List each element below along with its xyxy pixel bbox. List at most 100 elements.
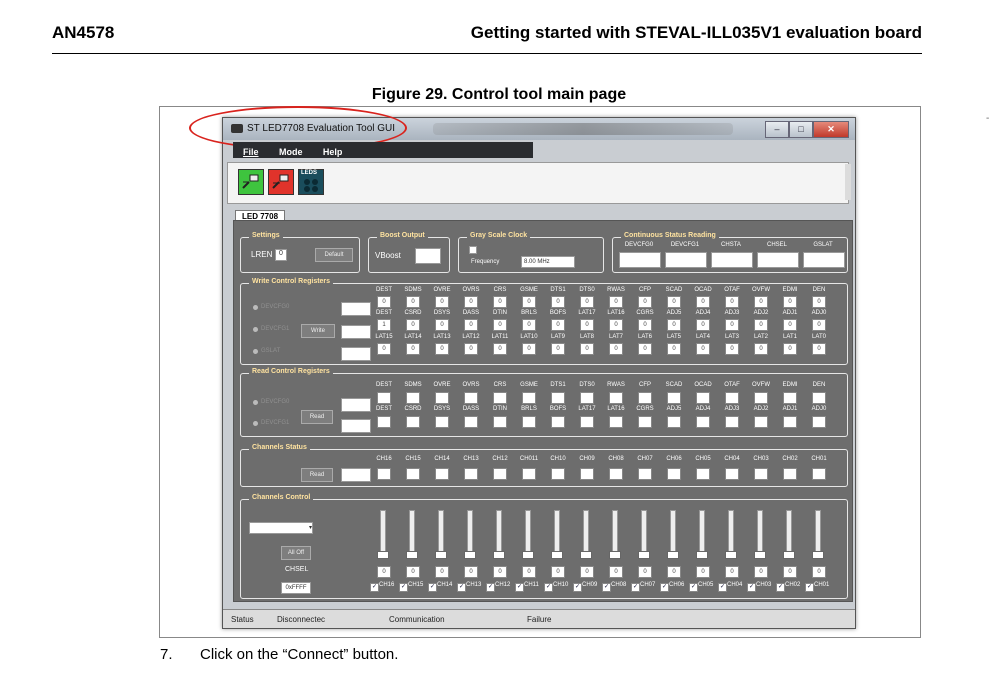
write-row1-cell[interactable]: 0 [377,296,391,308]
channel-check[interactable]: ✓ [486,583,495,592]
read-row2-cell[interactable] [812,416,826,428]
read-row2-cell[interactable] [580,416,594,428]
write-row2-cell[interactable]: 0 [696,319,710,331]
read-row1-cell[interactable] [754,392,768,404]
default-button[interactable]: Default [315,248,353,262]
channel-slider[interactable] [754,510,766,559]
read-row2-cell[interactable] [377,416,391,428]
channel-check[interactable]: ✓ [573,583,582,592]
vboost-value[interactable] [415,248,441,264]
write-row1-cell[interactable]: 0 [667,296,681,308]
write-row2-cell[interactable]: 0 [754,319,768,331]
write-row2-cell[interactable]: 0 [812,319,826,331]
write-row2-cell[interactable]: 0 [464,319,478,331]
channel-status-cell[interactable] [725,468,739,480]
grayscale-checkbox[interactable] [469,246,477,254]
channel-status-cell[interactable] [522,468,536,480]
menu-file[interactable]: File [243,144,259,160]
slider-thumb[interactable] [464,551,476,559]
write-row3-cell[interactable]: 0 [580,343,594,355]
slider-thumb[interactable] [435,551,447,559]
channel-check[interactable]: ✓ [747,583,756,592]
write-row2-cell[interactable]: 0 [638,319,652,331]
read-hex-2[interactable] [341,419,371,433]
channels-read-button[interactable]: Read [301,468,333,482]
channel-slider[interactable] [783,510,795,559]
write-row3-cell[interactable]: 0 [638,343,652,355]
slider-thumb[interactable] [522,551,534,559]
menu-help[interactable]: Help [323,144,343,160]
slider-thumb[interactable] [406,551,418,559]
slider-value[interactable]: 0 [609,566,623,578]
write-row2-cell[interactable]: 0 [580,319,594,331]
channel-check[interactable]: ✓ [805,583,814,592]
connect-button[interactable] [238,169,264,195]
slider-value[interactable]: 0 [406,566,420,578]
slider-value[interactable]: 0 [638,566,652,578]
disconnect-button[interactable] [268,169,294,195]
write-row3-cell[interactable]: 0 [551,343,565,355]
channel-status-cell[interactable] [493,468,507,480]
write-hex-2[interactable] [341,325,371,339]
write-radio-gslat[interactable] [253,349,258,354]
read-row2-cell[interactable] [609,416,623,428]
channel-status-cell[interactable] [435,468,449,480]
write-row1-cell[interactable]: 0 [435,296,449,308]
slider-thumb[interactable] [638,551,650,559]
channel-slider[interactable] [435,510,447,559]
read-row2-cell[interactable] [464,416,478,428]
lren-value[interactable]: 0 [275,249,287,261]
slider-value[interactable]: 0 [493,566,507,578]
write-row2-cell[interactable]: 0 [667,319,681,331]
write-row3-cell[interactable]: 0 [725,343,739,355]
write-row3-cell[interactable]: 0 [696,343,710,355]
read-row1-cell[interactable] [667,392,681,404]
read-row1-cell[interactable] [609,392,623,404]
write-row2-cell[interactable]: 0 [493,319,507,331]
write-row3-cell[interactable]: 0 [522,343,536,355]
slider-value[interactable]: 0 [580,566,594,578]
write-row1-cell[interactable]: 0 [609,296,623,308]
write-radio-devcfg1[interactable] [253,327,258,332]
slider-value[interactable]: 0 [464,566,478,578]
menu-mode[interactable]: Mode [279,144,303,160]
write-row3-cell[interactable]: 0 [754,343,768,355]
channel-status-cell[interactable] [638,468,652,480]
read-row1-cell[interactable] [783,392,797,404]
slider-thumb[interactable] [377,551,389,559]
channel-check[interactable]: ✓ [370,583,379,592]
slider-value[interactable]: 0 [725,566,739,578]
write-row3-cell[interactable]: 0 [812,343,826,355]
channels-status-hex[interactable] [341,468,371,482]
channel-slider[interactable] [725,510,737,559]
write-row3-cell[interactable]: 0 [783,343,797,355]
read-row1-cell[interactable] [464,392,478,404]
channel-slider[interactable] [609,510,621,559]
slider-thumb[interactable] [667,551,679,559]
read-row1-cell[interactable] [435,392,449,404]
write-hex-1[interactable] [341,302,371,316]
read-row1-cell[interactable] [812,392,826,404]
read-row2-cell[interactable] [638,416,652,428]
channel-status-cell[interactable] [609,468,623,480]
slider-thumb[interactable] [609,551,621,559]
write-row1-cell[interactable]: 0 [638,296,652,308]
read-row1-cell[interactable] [725,392,739,404]
write-button[interactable]: Write [301,324,335,338]
channel-check[interactable]: ✓ [544,583,553,592]
slider-value[interactable]: 0 [696,566,710,578]
channel-check[interactable]: ✓ [718,583,727,592]
write-row1-cell[interactable]: 0 [754,296,768,308]
write-row2-cell[interactable]: 0 [522,319,536,331]
write-row3-cell[interactable]: 0 [435,343,449,355]
channel-slider[interactable] [638,510,650,559]
channel-slider[interactable] [812,510,824,559]
write-row3-cell[interactable]: 0 [493,343,507,355]
slider-thumb[interactable] [812,551,824,559]
write-row2-cell[interactable]: 0 [609,319,623,331]
read-row1-cell[interactable] [551,392,565,404]
read-row1-cell[interactable] [638,392,652,404]
read-row2-cell[interactable] [696,416,710,428]
slider-thumb[interactable] [696,551,708,559]
slider-value[interactable]: 0 [812,566,826,578]
